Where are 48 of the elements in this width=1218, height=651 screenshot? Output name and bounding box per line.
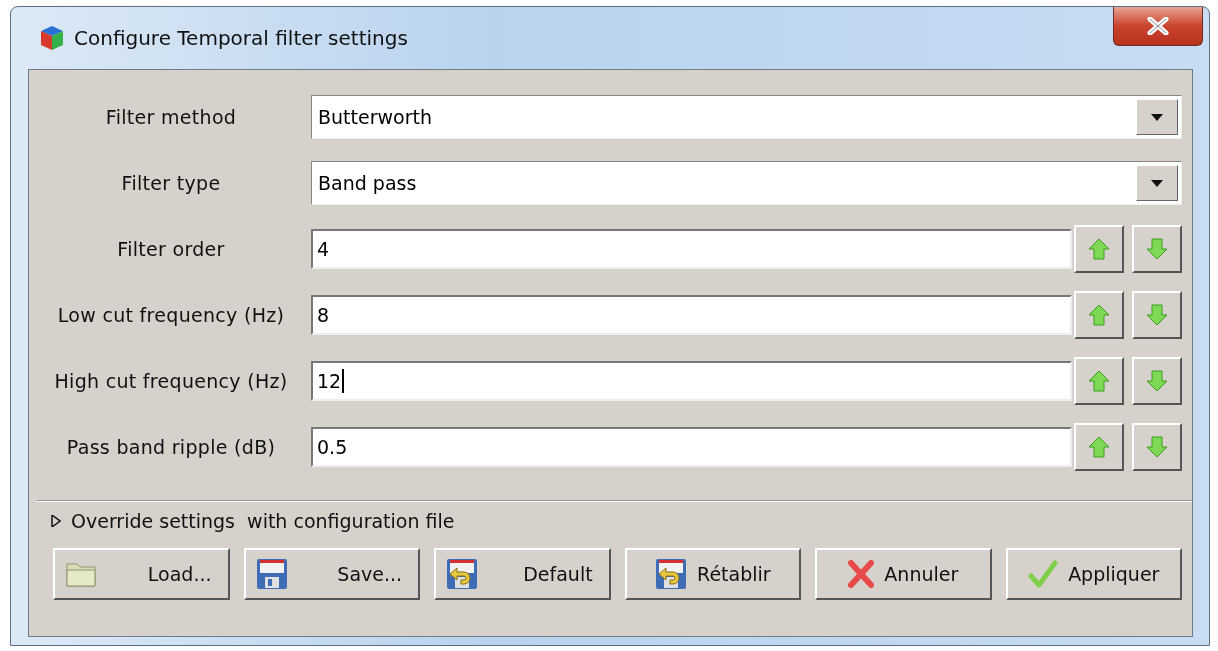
down-arrow-icon — [1145, 369, 1169, 393]
up-arrow-icon — [1087, 303, 1111, 327]
field-label: Filter type — [120, 172, 222, 194]
field-label: Low cut frequency (Hz) — [56, 304, 286, 326]
field-label: Filter method — [104, 106, 238, 128]
increment-button[interactable] — [1074, 225, 1124, 273]
floppy-undo-icon — [655, 558, 688, 590]
field-label: High cut frequency (Hz) — [53, 370, 289, 392]
down-arrow-icon — [1145, 237, 1169, 261]
caret-icon — [1151, 179, 1163, 187]
dropdown-button[interactable] — [1136, 165, 1178, 201]
down-arrow-icon — [1145, 435, 1169, 459]
increment-button[interactable] — [1074, 291, 1124, 339]
input-field[interactable]: 0.5 — [311, 427, 1072, 467]
increment-button[interactable] — [1074, 423, 1124, 471]
decrement-button[interactable] — [1132, 291, 1182, 339]
dialog-button[interactable]: Load... — [53, 548, 230, 600]
cube-icon — [40, 25, 64, 51]
dialog-button[interactable]: Save... — [243, 548, 421, 600]
field-label: Filter order — [116, 238, 226, 260]
caret-icon — [1151, 113, 1163, 121]
increment-button[interactable] — [1074, 357, 1124, 405]
decrement-button[interactable] — [1132, 423, 1182, 471]
window-title: Configure Temporal filter settings — [74, 26, 408, 50]
folder-icon — [65, 560, 97, 588]
up-arrow-icon — [1087, 237, 1111, 261]
floppy-undo-icon — [446, 558, 479, 590]
decrement-button[interactable] — [1132, 225, 1182, 273]
input-field[interactable]: 12 — [311, 361, 1072, 401]
dropdown[interactable]: Band pass — [311, 161, 1182, 205]
cross-icon — [848, 559, 875, 589]
dropdown-button[interactable] — [1136, 99, 1178, 135]
up-arrow-icon — [1087, 435, 1111, 459]
expander[interactable]: Override settings with configuration file — [51, 510, 455, 532]
dialog-button[interactable]: Default — [434, 548, 611, 600]
dialog-button[interactable]: Appliquer — [1005, 548, 1182, 600]
field-label: Pass band ripple (dB) — [65, 436, 277, 458]
dialog-button[interactable]: Rétablir — [624, 548, 802, 600]
input-field[interactable]: 4 — [311, 229, 1072, 269]
down-arrow-icon — [1145, 303, 1169, 327]
dialog-button[interactable]: Annuler — [815, 548, 992, 600]
close-button[interactable] — [1113, 7, 1203, 46]
input-field[interactable]: 8 — [311, 295, 1072, 335]
dropdown[interactable]: Butterworth — [311, 95, 1182, 139]
check-icon — [1028, 559, 1059, 589]
up-arrow-icon — [1087, 369, 1111, 393]
close-icon — [1147, 17, 1169, 35]
decrement-button[interactable] — [1132, 357, 1182, 405]
